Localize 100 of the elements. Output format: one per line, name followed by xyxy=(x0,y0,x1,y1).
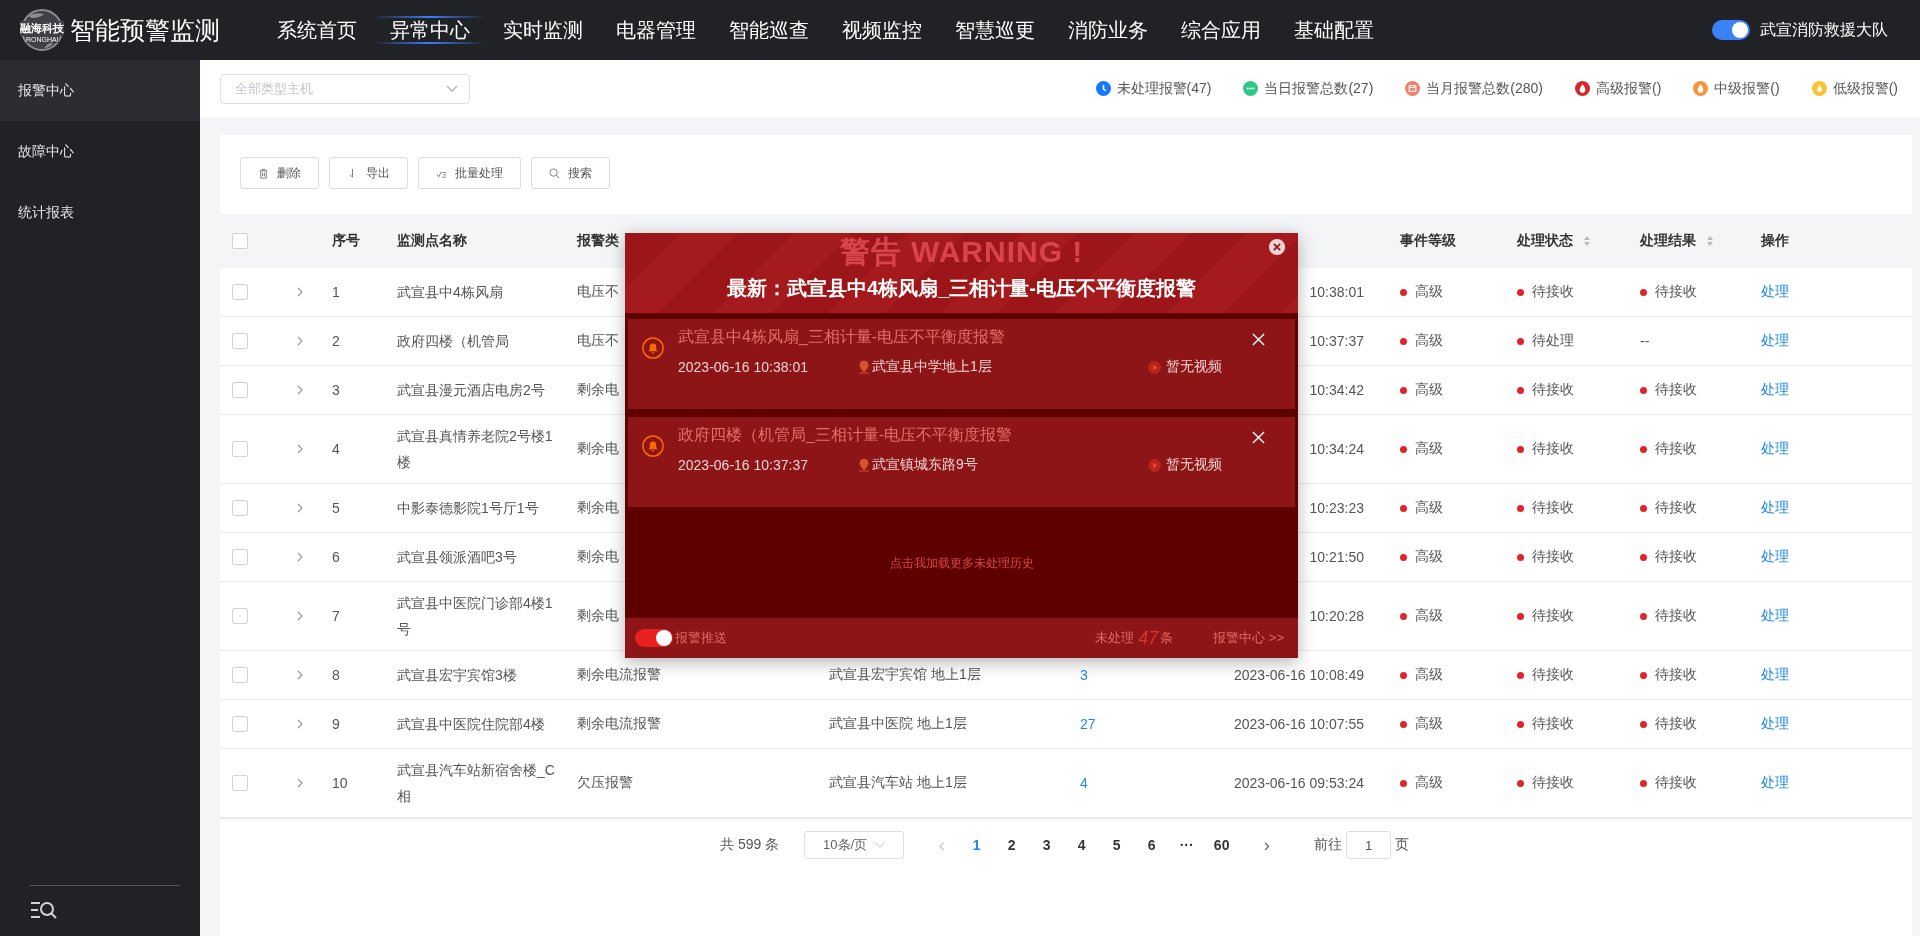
checkbox[interactable] xyxy=(232,775,248,791)
status-dot xyxy=(1517,504,1524,512)
nav-tab[interactable]: 基础配置 xyxy=(1277,0,1390,60)
toggle-switch[interactable] xyxy=(635,629,673,647)
alert-title: 政府四楼（机管局_三相计量-电压不平衡度报警 xyxy=(678,425,1014,445)
nav-tab[interactable]: 系统首页 xyxy=(260,0,373,60)
table-cell: 待接收 xyxy=(1655,440,1697,458)
page-button[interactable]: 1 xyxy=(959,831,995,859)
table-cell: 2023-06-16 10:08:49 xyxy=(1234,667,1364,683)
count-link[interactable]: 4 xyxy=(1080,775,1088,791)
status-dot xyxy=(1517,337,1524,345)
play-icon[interactable] xyxy=(1148,458,1161,472)
nav-tab[interactable]: 综合应用 xyxy=(1164,0,1277,60)
status-dot xyxy=(1517,386,1524,394)
host-type-select[interactable]: 全部类型主机 xyxy=(220,73,470,104)
sidebar-item[interactable]: 故障中心 xyxy=(0,121,200,182)
table-cell: 电压不 xyxy=(577,283,619,301)
search-button[interactable]: 搜索 xyxy=(531,157,610,189)
chevron-right-icon[interactable] xyxy=(297,670,303,680)
table-cell: 高级 xyxy=(1415,332,1443,350)
page-size-select[interactable]: 10条/页 xyxy=(804,831,905,859)
bell-icon xyxy=(642,435,664,457)
delete-button[interactable]: 删除 xyxy=(240,157,319,189)
page-button[interactable]: 4 xyxy=(1064,831,1100,859)
nav-tab[interactable]: 实时监测 xyxy=(486,0,599,60)
close-icon[interactable] xyxy=(1252,333,1265,346)
page-button[interactable]: 3 xyxy=(1029,831,1065,859)
page-button[interactable]: 6 xyxy=(1134,831,1170,859)
checkbox[interactable] xyxy=(232,233,248,249)
checkbox[interactable] xyxy=(232,284,248,300)
chevron-right-icon[interactable] xyxy=(297,287,303,297)
process-link[interactable]: 处理 xyxy=(1761,381,1789,399)
chevron-right-icon[interactable] xyxy=(297,385,303,395)
process-link[interactable]: 处理 xyxy=(1761,440,1789,458)
checkbox[interactable] xyxy=(232,382,248,398)
table-cell: 1 xyxy=(332,284,340,300)
status-dot xyxy=(1517,671,1524,679)
checkbox[interactable] xyxy=(232,716,248,732)
count-link[interactable]: 27 xyxy=(1080,716,1096,732)
alert-location: 武宣县中学地上1层 xyxy=(872,358,992,376)
process-link[interactable]: 处理 xyxy=(1761,548,1789,566)
checkbox[interactable] xyxy=(232,441,248,457)
chevron-right-icon[interactable] xyxy=(297,778,303,788)
chevron-right-icon[interactable] xyxy=(297,552,303,562)
page-button[interactable]: 60 xyxy=(1204,831,1240,859)
play-icon[interactable] xyxy=(1148,360,1161,374)
checkbox[interactable] xyxy=(232,500,248,516)
table-cell: 剩余电 xyxy=(577,548,619,566)
table-cell: 剩余电 xyxy=(577,440,619,458)
process-link[interactable]: 处理 xyxy=(1761,607,1789,625)
checkbox[interactable] xyxy=(232,549,248,565)
nav-tab[interactable]: 视频监控 xyxy=(825,0,938,60)
process-link[interactable]: 处理 xyxy=(1761,283,1789,301)
export-button[interactable]: 导出 xyxy=(329,157,408,189)
page-button[interactable]: 5 xyxy=(1099,831,1135,859)
nav-tab[interactable]: 智慧巡更 xyxy=(938,0,1051,60)
page-input[interactable]: 1 xyxy=(1346,831,1392,859)
page-button[interactable]: ··· xyxy=(1169,831,1205,859)
chevron-right-icon[interactable] xyxy=(297,503,303,513)
table-cell-text: 中影泰德影院1号厅1号 xyxy=(397,499,540,518)
table-cell: 欠压报警 xyxy=(577,774,633,792)
toggle-switch[interactable] xyxy=(1712,20,1750,40)
menu-search-icon[interactable] xyxy=(30,900,58,920)
table-cell: 高级 xyxy=(1415,666,1443,684)
table-cell: 3 xyxy=(332,382,340,398)
nav-tab[interactable]: 智能巡查 xyxy=(712,0,825,60)
chevron-right-icon[interactable] xyxy=(297,611,303,621)
table-cell: 2 xyxy=(332,333,340,349)
page-button[interactable]: 2 xyxy=(994,831,1030,859)
table-cell: 6 xyxy=(332,549,340,565)
table-cell: 剩余电流报警 xyxy=(577,666,661,684)
chevron-right-icon[interactable] xyxy=(297,336,303,346)
nav-tab[interactable]: 消防业务 xyxy=(1051,0,1164,60)
process-link[interactable]: 处理 xyxy=(1761,715,1789,733)
checkbox[interactable] xyxy=(232,667,248,683)
chevron-right-icon[interactable] xyxy=(297,444,303,454)
nav-tab[interactable]: 异常中心 xyxy=(373,16,486,44)
process-link[interactable]: 处理 xyxy=(1761,499,1789,517)
checkbox[interactable] xyxy=(232,333,248,349)
table-cell: 4 xyxy=(332,441,340,457)
nav-tab[interactable]: 电器管理 xyxy=(599,0,712,60)
status-dot xyxy=(1400,445,1407,453)
batch-button[interactable]: 批量处理 xyxy=(418,157,521,189)
table-cell: 待接收 xyxy=(1532,283,1574,301)
close-icon[interactable] xyxy=(1268,238,1286,256)
column-header: 报警类 xyxy=(577,232,619,250)
sidebar-item[interactable]: 报警中心 xyxy=(0,60,200,121)
column-header[interactable]: 处理结果 xyxy=(1640,232,1714,250)
table-cell: 高级 xyxy=(1415,381,1443,399)
chevron-right-icon[interactable] xyxy=(297,719,303,729)
process-link[interactable]: 处理 xyxy=(1761,666,1789,684)
column-header[interactable]: 处理状态 xyxy=(1517,232,1591,250)
count-link[interactable]: 3 xyxy=(1080,667,1088,683)
close-icon[interactable] xyxy=(1252,431,1265,444)
checkbox[interactable] xyxy=(232,608,248,624)
next-page-button[interactable]: › xyxy=(1249,831,1285,859)
table-cell: 电压不 xyxy=(577,332,619,350)
sidebar-item[interactable]: 统计报表 xyxy=(0,182,200,243)
process-link[interactable]: 处理 xyxy=(1761,332,1789,350)
process-link[interactable]: 处理 xyxy=(1761,774,1789,792)
